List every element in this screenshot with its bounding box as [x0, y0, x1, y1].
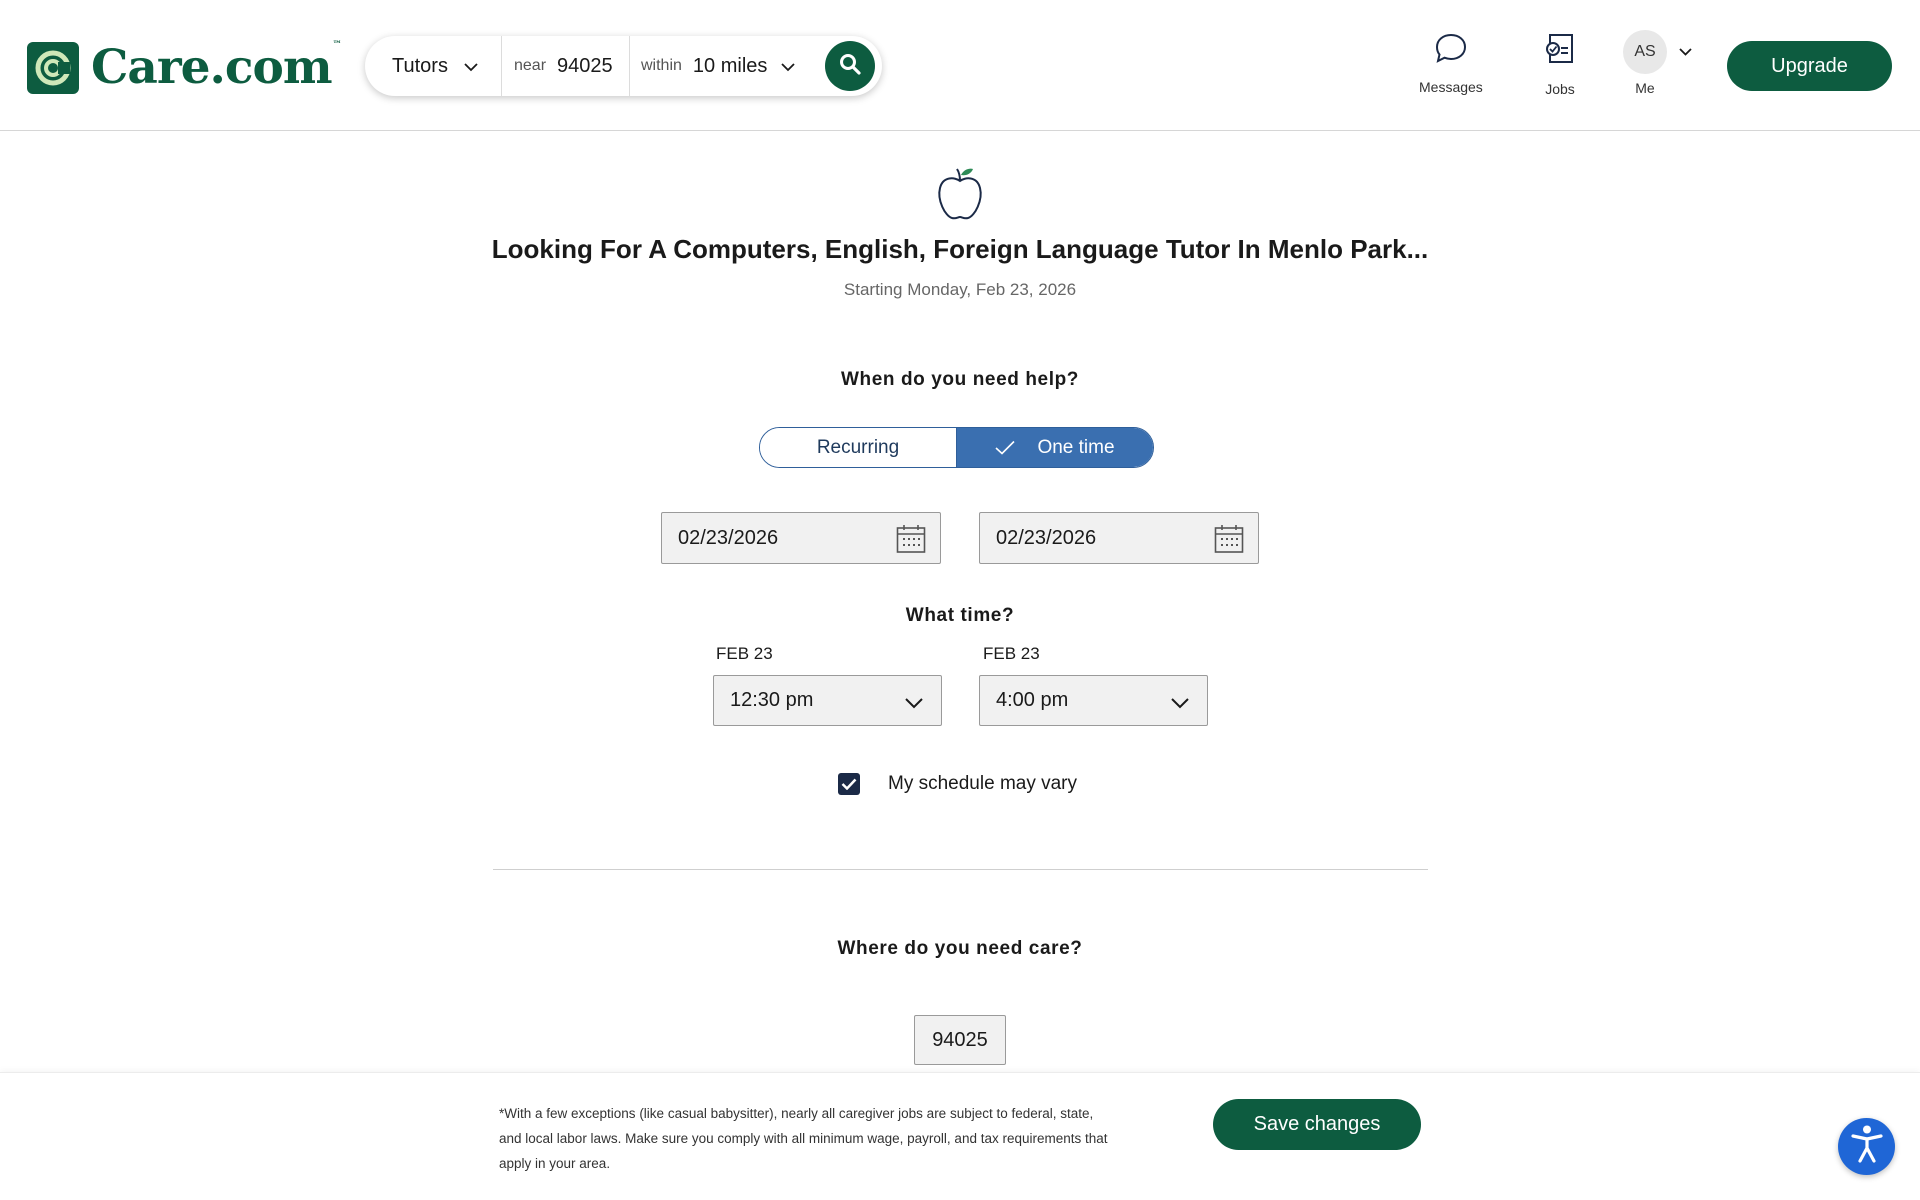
- distance-dropdown[interactable]: within 10 miles: [630, 36, 822, 96]
- toggle-one-time[interactable]: One time: [957, 428, 1153, 467]
- nav-jobs[interactable]: Jobs: [1543, 32, 1577, 97]
- near-zip-value: 94025: [557, 54, 613, 77]
- message-bubble-icon: [1434, 32, 1468, 69]
- schedule-vary-checkbox[interactable]: [838, 773, 860, 795]
- logo-text: Care.com™: [91, 40, 342, 95]
- near-label: near: [514, 57, 547, 74]
- end-time-select[interactable]: 4:00 pm: [979, 675, 1208, 726]
- where-question: Where do you need care?: [837, 938, 1083, 959]
- toggle-one-time-label: One time: [1037, 436, 1115, 458]
- nav-messages-label: Messages: [1419, 79, 1483, 95]
- when-question: When do you need help?: [840, 369, 1080, 390]
- labor-law-disclaimer: *With a few exceptions (like casual baby…: [499, 1106, 1108, 1171]
- apple-icon: [935, 164, 985, 227]
- calendar-icon[interactable]: [1214, 524, 1244, 560]
- frequency-toggle: Recurring One time: [759, 427, 1154, 468]
- care-logo-icon: [27, 41, 79, 94]
- zip-search-field[interactable]: near 94025: [502, 36, 630, 96]
- nav-messages[interactable]: Messages: [1419, 32, 1483, 95]
- nav-jobs-label: Jobs: [1545, 81, 1575, 97]
- end-date-input[interactable]: 02/23/2026: [979, 512, 1259, 564]
- jobs-icon: [1543, 32, 1577, 71]
- avatar: AS: [1623, 30, 1667, 74]
- section-divider: [493, 869, 1428, 870]
- toggle-recurring[interactable]: Recurring: [760, 428, 957, 467]
- chevron-down-icon: [1171, 692, 1189, 715]
- job-title: Looking For A Computers, English, Foreig…: [491, 234, 1429, 264]
- job-start-date: Starting Monday, Feb 23, 2026: [843, 280, 1077, 299]
- nav-me-label: Me: [1635, 80, 1655, 96]
- chevron-down-icon: [1679, 43, 1692, 61]
- nav-me[interactable]: AS Me: [1623, 30, 1692, 96]
- start-date-value: 02/23/2026: [678, 526, 779, 549]
- checkmark-icon: [995, 440, 1016, 455]
- end-day-label: FEB 23: [983, 644, 1040, 663]
- within-label: within: [641, 57, 682, 74]
- start-time-select[interactable]: 12:30 pm: [713, 675, 942, 726]
- chevron-down-icon: [464, 55, 478, 78]
- toggle-recurring-label: Recurring: [816, 436, 900, 458]
- search-bar: Tutors near 94025 within 10 miles: [365, 36, 882, 96]
- care-zip-input[interactable]: 94025: [914, 1015, 1006, 1065]
- accessibility-button[interactable]: [1838, 1118, 1895, 1175]
- checkmark-icon: [841, 778, 857, 790]
- service-type-value: Tutors: [392, 54, 448, 77]
- service-type-dropdown[interactable]: Tutors: [365, 36, 502, 96]
- care-logo[interactable]: Care.com™: [27, 40, 342, 95]
- end-date-value: 02/23/2026: [996, 526, 1097, 549]
- start-time-value: 12:30 pm: [730, 689, 814, 711]
- search-icon: [838, 52, 862, 81]
- search-button[interactable]: [825, 41, 875, 91]
- chevron-down-icon: [781, 55, 796, 78]
- top-header: Care.com™ Tutors near 94025 within 10 mi…: [0, 0, 1920, 131]
- chevron-down-icon: [905, 692, 923, 715]
- upgrade-button[interactable]: Upgrade: [1727, 41, 1892, 91]
- end-time-value: 4:00 pm: [996, 689, 1069, 711]
- start-day-label: FEB 23: [716, 644, 773, 663]
- time-question: What time?: [905, 605, 1015, 626]
- sticky-footer: *With a few exceptions (like casual baby…: [0, 1072, 1920, 1200]
- schedule-vary-checkbox-row[interactable]: My schedule may vary: [838, 773, 1077, 795]
- save-changes-button[interactable]: Save changes: [1213, 1099, 1421, 1150]
- start-date-input[interactable]: 02/23/2026: [661, 512, 941, 564]
- calendar-icon[interactable]: [896, 524, 926, 560]
- schedule-vary-label: My schedule may vary: [888, 773, 1078, 794]
- care-zip-value: 94025: [932, 1028, 988, 1051]
- distance-value: 10 miles: [692, 54, 768, 77]
- accessibility-icon: [1850, 1124, 1884, 1169]
